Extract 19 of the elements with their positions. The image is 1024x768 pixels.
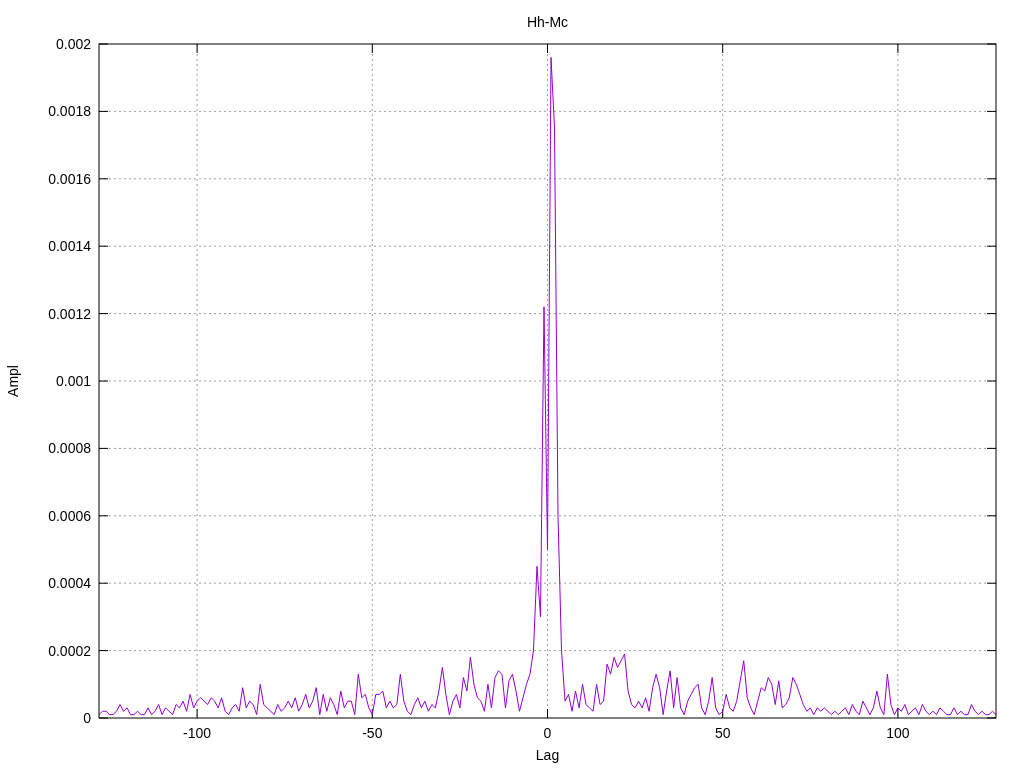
tick-label: 0 — [543, 725, 552, 741]
tick-label: 0.002 — [55, 36, 91, 52]
tick-label: 0.0004 — [48, 575, 91, 592]
tick-label: 0.0016 — [48, 170, 91, 187]
chart-title: Hh-Mc — [526, 14, 569, 30]
tick-label: 0.0002 — [48, 642, 91, 659]
tick-label: -100 — [183, 725, 212, 741]
tick-label: 100 — [886, 725, 910, 741]
tick-label: -50 — [362, 725, 383, 741]
tick-label: 0 — [83, 710, 91, 726]
tick-label: 50 — [714, 725, 731, 741]
tick-label: 0.0014 — [48, 238, 91, 255]
tick-label: 0.0012 — [48, 305, 91, 322]
tick-label: 0.001 — [55, 373, 91, 389]
axis-label: Lag — [535, 747, 560, 763]
tick-label: 0.0008 — [48, 440, 91, 457]
axis-label: Ampl — [5, 365, 21, 397]
tick-label: 0.0006 — [48, 507, 91, 524]
tick-label: 0.0018 — [48, 103, 91, 120]
